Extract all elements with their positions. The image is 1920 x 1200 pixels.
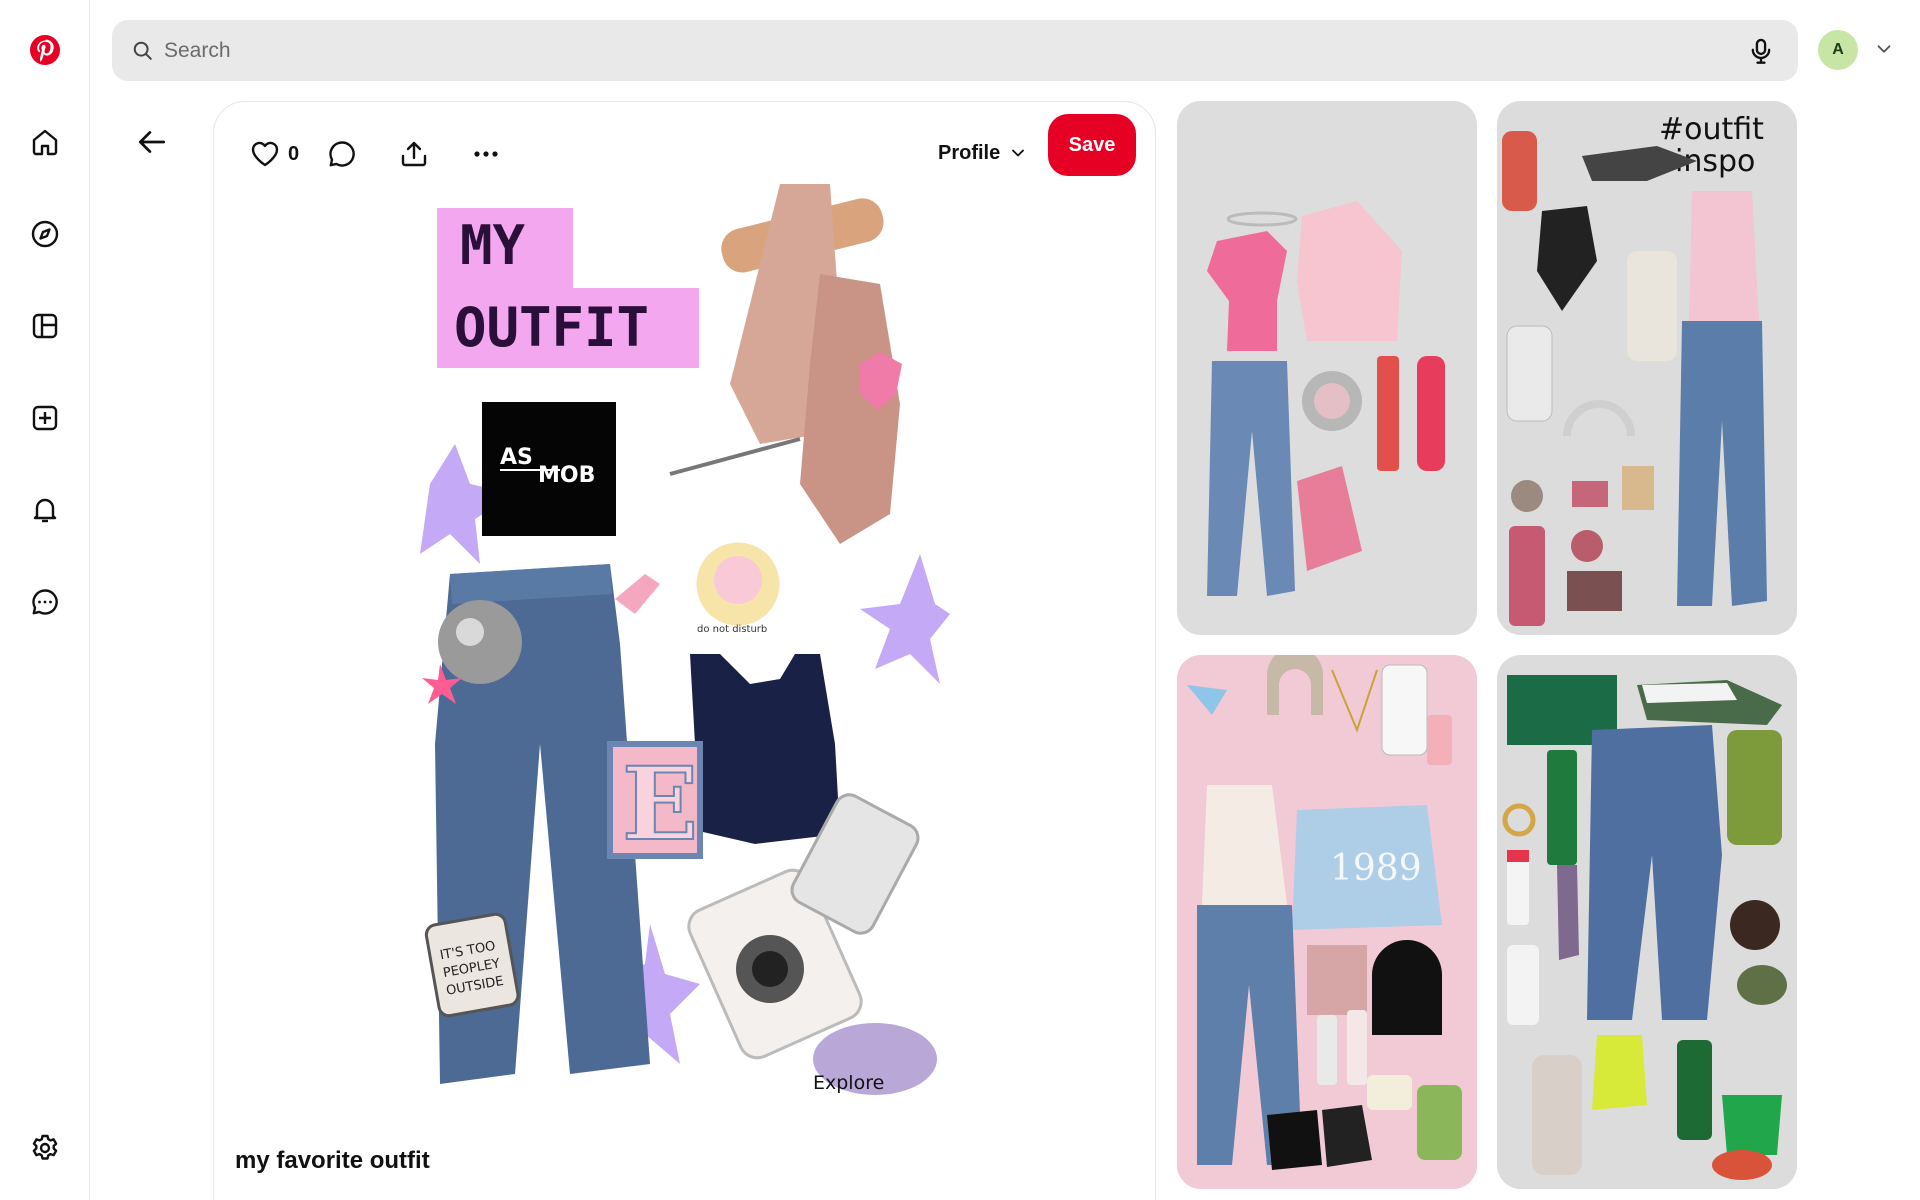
settings-icon[interactable] [21, 1124, 69, 1172]
related-pin-sweater-text: 1989 [1330, 848, 1422, 889]
related-pin[interactable] [1497, 655, 1797, 1189]
messages-icon[interactable] [21, 578, 69, 626]
collage-logo-2: MOB [538, 463, 595, 488]
collage-watermark: Explore [813, 1072, 884, 1094]
pin-title: my favorite outfit [235, 1147, 430, 1174]
collage-headline-2: OUTFIT [454, 296, 649, 359]
microphone-icon[interactable] [1744, 34, 1778, 68]
home-icon[interactable] [21, 118, 69, 166]
pin-image[interactable]: MY OUTFIT AS MOB do not disturb E IT'S T… [420, 184, 950, 1124]
boards-icon[interactable] [21, 302, 69, 350]
related-pin[interactable]: #outfit inspo [1497, 101, 1797, 635]
save-button[interactable]: Save [1048, 114, 1136, 176]
pin-action-bar: 0 [240, 122, 511, 186]
related-pin[interactable] [1177, 101, 1477, 635]
collage-logo-1: AS [500, 445, 533, 470]
related-pin-text-1: #outfit [1659, 112, 1764, 147]
account-avatar[interactable]: A [1818, 30, 1858, 70]
collage-sticker-caption: do not disturb [697, 624, 767, 635]
comment-icon [329, 141, 355, 167]
back-button[interactable] [128, 118, 176, 166]
chevron-down-icon[interactable] [1873, 38, 1895, 60]
search-icon [133, 41, 152, 60]
notifications-icon[interactable] [21, 486, 69, 534]
pinterest-logo-icon[interactable] [21, 26, 69, 74]
board-select-label: Profile [938, 141, 1001, 164]
left-rail [0, 0, 90, 1200]
share-button[interactable] [389, 129, 439, 179]
ellipsis-icon [474, 151, 498, 157]
arrow-left-icon [138, 131, 166, 153]
collage-headline-1: MY [460, 214, 526, 277]
heart-icon [251, 141, 279, 167]
related-pin[interactable]: 1989 [1177, 655, 1477, 1189]
like-count: 0 [288, 142, 300, 165]
pin-closeup: 0 Profile Save MY OUTFIT AS MOB do not d… [213, 101, 1156, 1200]
create-icon[interactable] [21, 394, 69, 442]
share-icon [401, 141, 427, 167]
search-input[interactable] [164, 38, 1744, 63]
like-button[interactable] [240, 129, 290, 179]
collage-patch-letter: E [622, 745, 698, 863]
comment-button[interactable] [317, 129, 367, 179]
explore-icon[interactable] [21, 210, 69, 258]
board-select[interactable]: Profile [938, 133, 1028, 173]
search-bar[interactable] [112, 20, 1798, 81]
more-options-button[interactable] [461, 129, 511, 179]
chevron-down-icon [1012, 149, 1025, 157]
